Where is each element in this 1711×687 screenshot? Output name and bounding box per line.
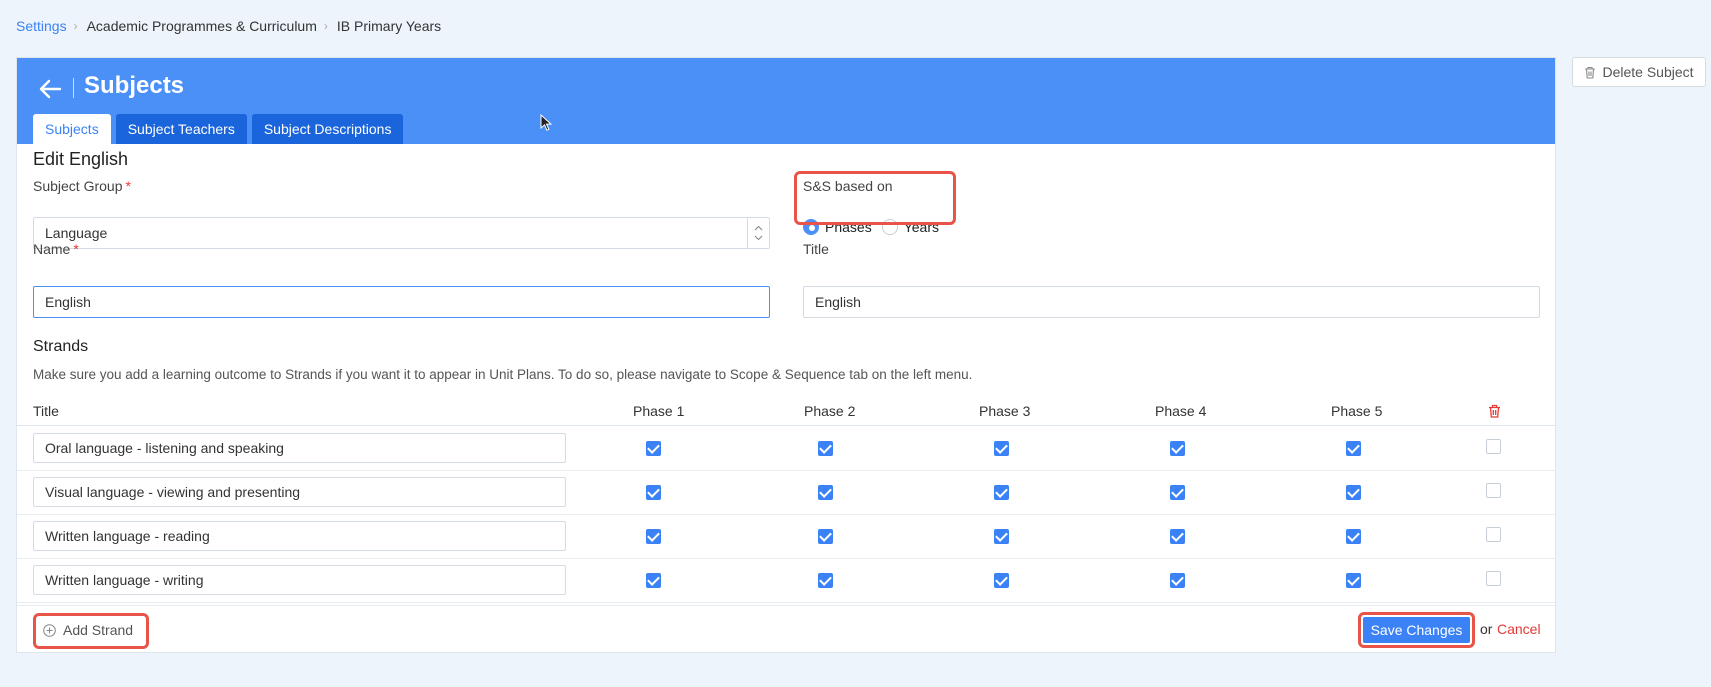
phase-checkbox[interactable] (1170, 529, 1185, 544)
phase-checkbox[interactable] (646, 529, 661, 544)
column-phase-2: Phase 2 (804, 403, 856, 419)
breadcrumb-ib-primary-years: IB Primary Years (336, 18, 442, 34)
table-row (17, 559, 1555, 603)
phase-checkbox[interactable] (1346, 485, 1361, 500)
phase-checkbox[interactable] (818, 441, 833, 456)
subject-edit-panel: Subjects Subjects Subject Teachers Subje… (16, 57, 1556, 653)
phase-checkbox[interactable] (646, 485, 661, 500)
tab-subjects[interactable]: Subjects (33, 114, 111, 144)
strand-title-input[interactable] (33, 521, 566, 551)
phase-checkbox[interactable] (818, 573, 833, 588)
phase-checkbox[interactable] (818, 529, 833, 544)
phase-checkbox[interactable] (1170, 573, 1185, 588)
column-phase-3: Phase 3 (979, 403, 1031, 419)
mouse-cursor-icon (540, 114, 552, 131)
delete-row-checkbox[interactable] (1486, 483, 1501, 498)
strand-title-input[interactable] (33, 433, 566, 463)
arrow-left-icon[interactable] (38, 76, 64, 102)
header-divider (73, 78, 74, 98)
breadcrumb-academic-programmes[interactable]: Academic Programmes & Curriculum (87, 18, 317, 34)
phase-checkbox[interactable] (1346, 529, 1361, 544)
column-phase-1: Phase 1 (633, 403, 685, 419)
phase-checkbox[interactable] (994, 441, 1009, 456)
form-heading: Edit English (33, 149, 129, 169)
strands-table-header: Title Phase 1 Phase 2 Phase 3 Phase 4 Ph… (17, 394, 1555, 426)
tab-bar: Subjects Subject Teachers Subject Descri… (33, 114, 408, 144)
trash-icon (1585, 66, 1596, 79)
phase-checkbox[interactable] (646, 573, 661, 588)
strands-heading: Strands (33, 338, 89, 355)
chevron-right-icon: › (323, 19, 328, 33)
chevron-right-icon: › (73, 19, 78, 33)
highlight-add-strand (33, 613, 149, 649)
phase-checkbox[interactable] (1170, 485, 1185, 500)
name-label: Name * (33, 241, 79, 257)
select-arrows-icon (747, 218, 769, 248)
trash-icon[interactable] (1488, 404, 1501, 418)
table-row (17, 515, 1555, 559)
column-title: Title (33, 403, 59, 419)
phase-checkbox[interactable] (1170, 441, 1185, 456)
strands-note: Make sure you add a learning outcome to … (33, 367, 973, 382)
form-footer: Add Strand Save Changes or Cancel (17, 605, 1555, 652)
title-input[interactable] (803, 286, 1540, 318)
strand-title-input[interactable] (33, 565, 566, 595)
phase-checkbox[interactable] (818, 485, 833, 500)
phase-checkbox[interactable] (1346, 573, 1361, 588)
phase-checkbox[interactable] (994, 485, 1009, 500)
column-phase-5: Phase 5 (1331, 403, 1383, 419)
subject-group-select[interactable]: Language (33, 217, 770, 249)
delete-row-checkbox[interactable] (1486, 527, 1501, 542)
cancel-link[interactable]: Cancel (1497, 621, 1541, 637)
page-title: Subjects (84, 72, 185, 99)
table-row (17, 427, 1555, 471)
phase-checkbox[interactable] (994, 573, 1009, 588)
delete-subject-button[interactable]: Delete Subject (1572, 57, 1706, 87)
breadcrumb: Settings › Academic Programmes & Curricu… (16, 18, 441, 34)
subject-group-value: Language (45, 225, 108, 241)
column-phase-4: Phase 4 (1155, 403, 1207, 419)
tab-subject-descriptions[interactable]: Subject Descriptions (251, 114, 404, 144)
table-row (17, 471, 1555, 515)
breadcrumb-settings[interactable]: Settings (16, 18, 67, 34)
phase-checkbox[interactable] (646, 441, 661, 456)
title-label: Title (803, 241, 829, 257)
subject-group-label: Subject Group * (33, 178, 131, 194)
name-input[interactable] (33, 286, 770, 318)
highlight-save-changes (1358, 612, 1475, 648)
delete-row-checkbox[interactable] (1486, 439, 1501, 454)
or-text: or (1480, 621, 1493, 637)
strand-title-input[interactable] (33, 477, 566, 507)
highlight-ss-based-on (794, 171, 956, 225)
delete-subject-label: Delete Subject (1602, 64, 1694, 80)
panel-header: Subjects Subjects Subject Teachers Subje… (17, 58, 1555, 144)
phase-checkbox[interactable] (994, 529, 1009, 544)
delete-row-checkbox[interactable] (1486, 571, 1501, 586)
tab-subject-teachers[interactable]: Subject Teachers (115, 114, 247, 144)
phase-checkbox[interactable] (1346, 441, 1361, 456)
